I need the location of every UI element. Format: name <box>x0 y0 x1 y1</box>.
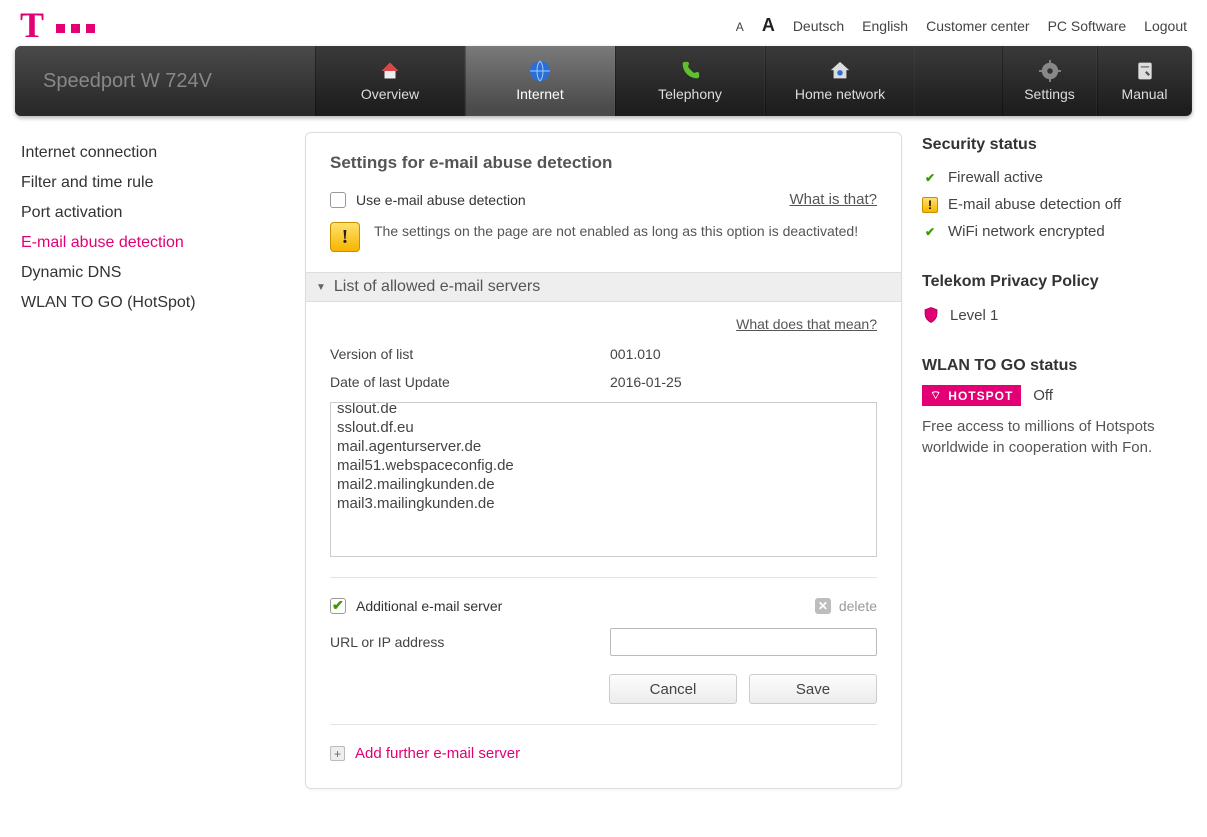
add-further-server-link[interactable]: + Add further e-mail server <box>330 745 877 762</box>
sidebar: Internet connection Filter and time rule… <box>15 132 285 318</box>
page-title: Settings for e-mail abuse detection <box>330 153 877 173</box>
sidebar-item-wlan-to-go[interactable]: WLAN TO GO (HotSpot) <box>21 288 285 318</box>
what-is-that-link[interactable]: What is that? <box>789 191 877 208</box>
phone-icon <box>676 60 704 82</box>
plus-icon: + <box>330 746 345 761</box>
divider <box>330 724 877 725</box>
gear-icon <box>1036 60 1064 82</box>
version-value: 001.010 <box>610 346 661 362</box>
font-size-small[interactable]: A <box>736 20 744 34</box>
shield-icon <box>922 306 940 324</box>
divider <box>330 577 877 578</box>
add-further-label: Add further e-mail server <box>355 745 520 762</box>
security-status-block: Security status ✔ Firewall active ! E-ma… <box>922 136 1192 245</box>
hotspot-description: Free access to millions of Hotspots worl… <box>922 416 1192 458</box>
nav-settings[interactable]: Settings <box>1002 46 1097 116</box>
manual-icon <box>1131 60 1159 82</box>
main-nav: Speedport W 724V Overview Internet Telep… <box>15 46 1192 116</box>
home-network-icon <box>826 60 854 82</box>
hotspot-badge: ⌔ HOTSPOT <box>922 385 1021 406</box>
privacy-policy-title: Telekom Privacy Policy <box>922 273 1192 291</box>
nav-internet-label: Internet <box>516 86 563 102</box>
nav-home-network-label: Home network <box>795 86 885 102</box>
email-abuse-status: E-mail abuse detection off <box>948 196 1121 213</box>
list-item: mail51.webspaceconfig.de <box>337 456 870 475</box>
save-button[interactable]: Save <box>749 674 877 704</box>
hotspot-badge-label: HOTSPOT <box>948 389 1013 403</box>
sidebar-item-dynamic-dns[interactable]: Dynamic DNS <box>21 258 285 288</box>
lang-en-link[interactable]: English <box>862 18 908 34</box>
firewall-status: Firewall active <box>948 169 1043 186</box>
sidebar-item-filter-time-rule[interactable]: Filter and time rule <box>21 168 285 198</box>
version-label: Version of list <box>330 346 610 362</box>
font-size-large[interactable]: A <box>762 15 775 36</box>
delete-label: delete <box>839 598 877 614</box>
list-item: sslout.de <box>337 402 870 418</box>
sidebar-item-port-activation[interactable]: Port activation <box>21 198 285 228</box>
date-value: 2016-01-25 <box>610 374 682 390</box>
section-header-label: List of allowed e-mail servers <box>334 278 540 296</box>
nav-internet[interactable]: Internet <box>465 46 615 116</box>
logo-dots-icon <box>56 24 95 33</box>
what-does-that-mean-link[interactable]: What does that mean? <box>736 316 877 332</box>
pc-software-link[interactable]: PC Software <box>1048 18 1127 34</box>
url-ip-label: URL or IP address <box>330 634 610 650</box>
nav-telephony-label: Telephony <box>658 86 722 102</box>
nav-spacer <box>915 46 1002 116</box>
nav-overview[interactable]: Overview <box>315 46 465 116</box>
top-links: A A Deutsch English Customer center PC S… <box>736 15 1187 36</box>
warning-icon: ! <box>330 222 360 252</box>
nav-overview-label: Overview <box>361 86 419 102</box>
privacy-level: Level 1 <box>950 307 998 324</box>
use-abuse-detection-label: Use e-mail abuse detection <box>356 192 526 208</box>
page-body: Internet connection Filter and time rule… <box>0 116 1207 819</box>
wlan-to-go-title: WLAN TO GO status <box>922 357 1192 375</box>
top-bar: T A A Deutsch English Customer center PC… <box>0 0 1207 46</box>
sidebar-item-email-abuse[interactable]: E-mail abuse detection <box>21 228 285 258</box>
hotspot-state: Off <box>1033 387 1053 404</box>
warning-box: ! The settings on the page are not enabl… <box>330 222 877 252</box>
check-icon: ✔ <box>922 170 938 186</box>
allowed-server-list[interactable]: mail.kruton.de sslout.de sslout.df.eu ma… <box>330 402 877 557</box>
sidebar-item-internet-connection[interactable]: Internet connection <box>21 138 285 168</box>
list-item: mail3.mailingkunden.de <box>337 494 870 513</box>
security-status-title: Security status <box>922 136 1192 154</box>
telekom-logo: T <box>20 4 95 46</box>
nav-settings-label: Settings <box>1024 86 1075 102</box>
list-item: sslout.df.eu <box>337 418 870 437</box>
wifi-icon: ⌔ <box>930 388 942 403</box>
globe-icon <box>526 60 554 82</box>
nav-manual[interactable]: Manual <box>1097 46 1192 116</box>
use-abuse-detection-checkbox[interactable] <box>330 192 346 208</box>
privacy-policy-block: Telekom Privacy Policy Level 1 <box>922 273 1192 329</box>
date-label: Date of last Update <box>330 374 610 390</box>
nav-manual-label: Manual <box>1122 86 1168 102</box>
content-panel: Settings for e-mail abuse detection Use … <box>305 132 902 789</box>
delete-button[interactable]: ✕ delete <box>815 598 877 614</box>
right-column: Security status ✔ Firewall active ! E-ma… <box>922 132 1192 486</box>
delete-icon: ✕ <box>815 598 831 614</box>
nav-home-network[interactable]: Home network <box>765 46 915 116</box>
list-item: mail2.mailingkunden.de <box>337 475 870 494</box>
additional-server-label: Additional e-mail server <box>356 598 502 614</box>
wifi-encrypted-status: WiFi network encrypted <box>948 223 1105 240</box>
section-header-allowed-servers[interactable]: ▼ List of allowed e-mail servers <box>305 272 902 302</box>
check-icon: ✔ <box>922 224 938 240</box>
logo-t-icon: T <box>20 4 44 46</box>
customer-center-link[interactable]: Customer center <box>926 18 1029 34</box>
list-item: mail.agenturserver.de <box>337 437 870 456</box>
url-ip-input[interactable] <box>610 628 877 656</box>
cancel-button[interactable]: Cancel <box>609 674 737 704</box>
additional-server-checkbox[interactable] <box>330 598 346 614</box>
collapse-triangle-icon: ▼ <box>316 282 326 293</box>
lang-de-link[interactable]: Deutsch <box>793 18 844 34</box>
logout-link[interactable]: Logout <box>1144 18 1187 34</box>
warning-icon: ! <box>922 197 938 213</box>
nav-telephony[interactable]: Telephony <box>615 46 765 116</box>
device-name: Speedport W 724V <box>15 46 315 116</box>
wlan-to-go-block: WLAN TO GO status ⌔ HOTSPOT Off Free acc… <box>922 357 1192 458</box>
warning-text: The settings on the page are not enabled… <box>374 222 858 241</box>
home-icon <box>376 60 404 82</box>
